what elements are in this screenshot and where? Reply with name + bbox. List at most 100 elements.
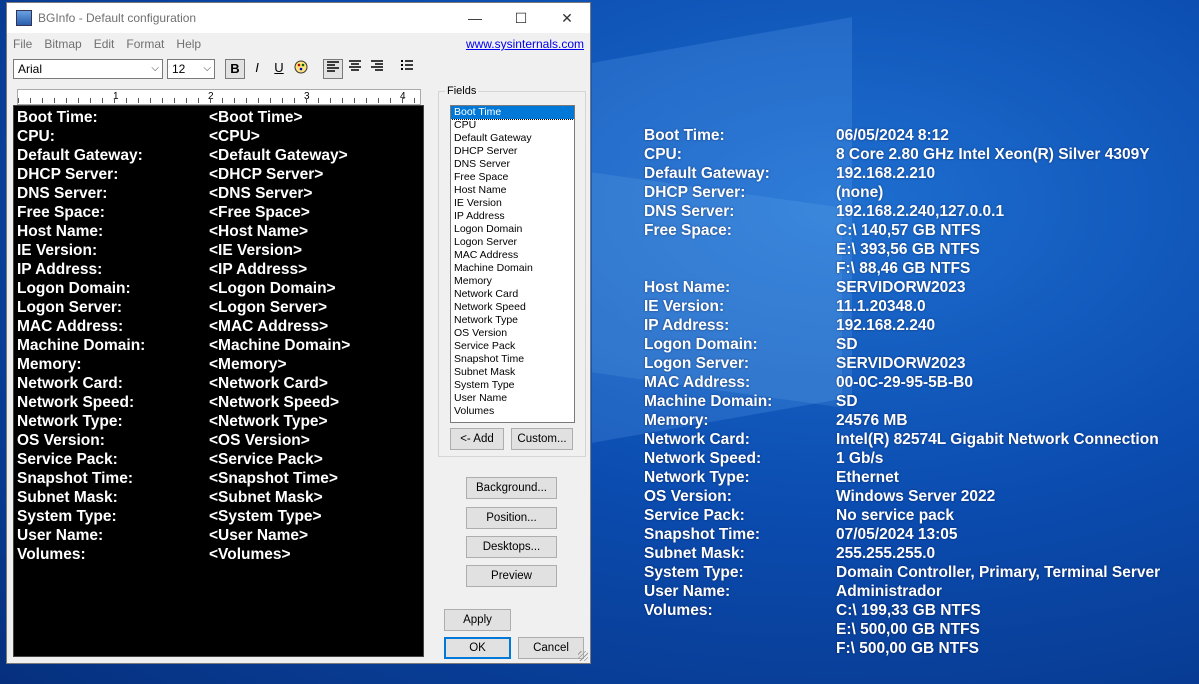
editor-row-label: Free Space: — [17, 204, 105, 221]
desktop-info-label: Volumes: — [644, 602, 713, 619]
editor-row-placeholder: <OS Version> — [209, 432, 310, 449]
preview-button[interactable]: Preview — [466, 565, 557, 587]
editor-row: Machine Domain: <Machine Domain> — [17, 337, 417, 356]
info-text-editor[interactable]: Boot Time: <Boot Time> CPU: <CPU> Default Ga… — [13, 105, 424, 657]
editor-row-placeholder: <Default Gateway> — [209, 147, 348, 164]
field-list-item[interactable]: Machine Domain — [451, 262, 574, 275]
field-list-item[interactable]: User Name — [451, 392, 574, 405]
field-list-item[interactable]: Network Type — [451, 314, 574, 327]
menu-bitmap[interactable]: Bitmap — [44, 37, 81, 51]
field-list-item[interactable]: CPU — [451, 119, 574, 132]
editor-row-label: Network Card: — [17, 375, 123, 392]
desktop-info-value: F:\ 500,00 GB NTFS — [836, 640, 979, 657]
editor-row-placeholder: <Volumes> — [209, 546, 291, 563]
bullets-button[interactable] — [397, 59, 417, 79]
field-list-item[interactable]: Logon Domain — [451, 223, 574, 236]
editor-row: Volumes: <Volumes> — [17, 546, 417, 565]
close-button[interactable]: ✕ — [544, 3, 590, 33]
field-list-item[interactable]: IE Version — [451, 197, 574, 210]
bullet-list-icon — [401, 60, 413, 70]
field-list-item[interactable]: Volumes — [451, 405, 574, 418]
text-color-button[interactable] — [291, 59, 311, 79]
editor-row-placeholder: <Network Type> — [209, 413, 328, 430]
resize-grip-icon[interactable] — [578, 651, 588, 661]
field-list-item[interactable]: Subnet Mask — [451, 366, 574, 379]
underline-button[interactable]: U — [269, 59, 289, 79]
desktop-info-value: 8 Core 2.80 GHz Intel Xeon(R) Silver 430… — [836, 146, 1150, 163]
position-button[interactable]: Position... — [466, 507, 557, 529]
editor-row: IE Version: <IE Version> — [17, 242, 417, 261]
editor-row-placeholder: <DHCP Server> — [209, 166, 324, 183]
field-list-item[interactable]: System Type — [451, 379, 574, 392]
desktop-info-value: No service pack — [836, 507, 955, 524]
field-list-item[interactable]: Network Speed — [451, 301, 574, 314]
field-list-item[interactable]: Free Space — [451, 171, 574, 184]
align-center-button[interactable] — [345, 59, 365, 79]
cancel-button[interactable]: Cancel — [518, 637, 584, 659]
editor-row-label: DNS Server: — [17, 185, 108, 202]
editor-row: Network Type: <Network Type> — [17, 413, 417, 432]
field-list-item[interactable]: OS Version — [451, 327, 574, 340]
desktops-button[interactable]: Desktops... — [466, 536, 557, 558]
align-right-button[interactable] — [367, 59, 387, 79]
desktop-info-value: C:\ 140,57 GB NTFS — [836, 222, 981, 239]
apply-button[interactable]: Apply — [444, 609, 511, 631]
desktop-info-label: Network Type: — [644, 469, 750, 486]
background-button[interactable]: Background... — [466, 477, 557, 499]
desktop-info-value: SD — [836, 336, 858, 353]
desktop-info-label: Free Space: — [644, 222, 732, 239]
menu-edit[interactable]: Edit — [94, 37, 115, 51]
field-list-item[interactable]: Host Name — [451, 184, 574, 197]
font-size-select[interactable]: 12 ⌵ — [167, 59, 215, 79]
field-list-item[interactable]: DHCP Server — [451, 145, 574, 158]
add-field-button[interactable]: <- Add — [450, 428, 504, 450]
desktop-info-value: 1 Gb/s — [836, 450, 884, 467]
editor-row-placeholder: <MAC Address> — [209, 318, 329, 335]
desktop-info-value: Administrador — [836, 583, 942, 600]
field-list-item[interactable]: DNS Server — [451, 158, 574, 171]
desktop-info-label: Snapshot Time: — [644, 526, 760, 543]
ok-button[interactable]: OK — [444, 637, 511, 659]
desktop-info-label: Default Gateway: — [644, 165, 770, 182]
field-list-item[interactable]: Memory — [451, 275, 574, 288]
desktop-info-value: 07/05/2024 13:05 — [836, 526, 958, 543]
editor-row-label: Volumes: — [17, 546, 86, 563]
field-list-item[interactable]: Logon Server — [451, 236, 574, 249]
field-list-item[interactable]: Service Pack — [451, 340, 574, 353]
editor-row-placeholder: <Service Pack> — [209, 451, 323, 468]
desktop-info-label: Service Pack: — [644, 507, 745, 524]
align-center-icon — [349, 60, 361, 71]
menu-file[interactable]: File — [13, 37, 32, 51]
fields-listbox[interactable]: Boot Time CPU Default Gateway DHCP Server DN… — [450, 105, 575, 423]
italic-button[interactable]: I — [247, 59, 267, 79]
desktop-info-value: E:\ 393,56 GB NTFS — [836, 241, 980, 258]
desktop-info-value: C:\ 199,33 GB NTFS — [836, 602, 981, 619]
minimize-button[interactable]: — — [452, 3, 498, 33]
editor-row: Subnet Mask: <Subnet Mask> — [17, 489, 417, 508]
field-list-item[interactable]: Default Gateway — [451, 132, 574, 145]
desktop-info-label: DHCP Server: — [644, 184, 746, 201]
desktop-info-value: Ethernet — [836, 469, 899, 486]
editor-row: Network Card: <Network Card> — [17, 375, 417, 394]
align-left-button[interactable] — [323, 59, 343, 79]
desktop-info-value: 192.168.2.210 — [836, 165, 936, 182]
field-list-item[interactable]: IP Address — [451, 210, 574, 223]
field-list-item[interactable]: Boot Time — [451, 106, 574, 120]
ruler[interactable]: 1 2 3 4 — [17, 89, 421, 105]
bold-button[interactable]: B — [225, 59, 245, 79]
field-list-item[interactable]: Snapshot Time — [451, 353, 574, 366]
field-list-item[interactable]: MAC Address — [451, 249, 574, 262]
desktop-info-value: 00-0C-29-95-5B-B0 — [836, 374, 973, 391]
editor-row-label: Default Gateway: — [17, 147, 143, 164]
field-list-item[interactable]: Network Card — [451, 288, 574, 301]
sysinternals-link[interactable]: www.sysinternals.com — [466, 37, 584, 51]
font-name-select[interactable]: Arial ⌵ — [13, 59, 163, 79]
maximize-button[interactable]: ☐ — [498, 3, 544, 33]
menu-help[interactable]: Help — [176, 37, 201, 51]
editor-row: User Name: <User Name> — [17, 527, 417, 546]
menu-format[interactable]: Format — [126, 37, 164, 51]
title-bar[interactable]: BGInfo - Default configuration — ☐ ✕ — [7, 3, 590, 33]
desktop-info-value: 192.168.2.240 — [836, 317, 936, 334]
editor-row: Default Gateway: <Default Gateway> — [17, 147, 417, 166]
custom-field-button[interactable]: Custom... — [511, 428, 573, 450]
